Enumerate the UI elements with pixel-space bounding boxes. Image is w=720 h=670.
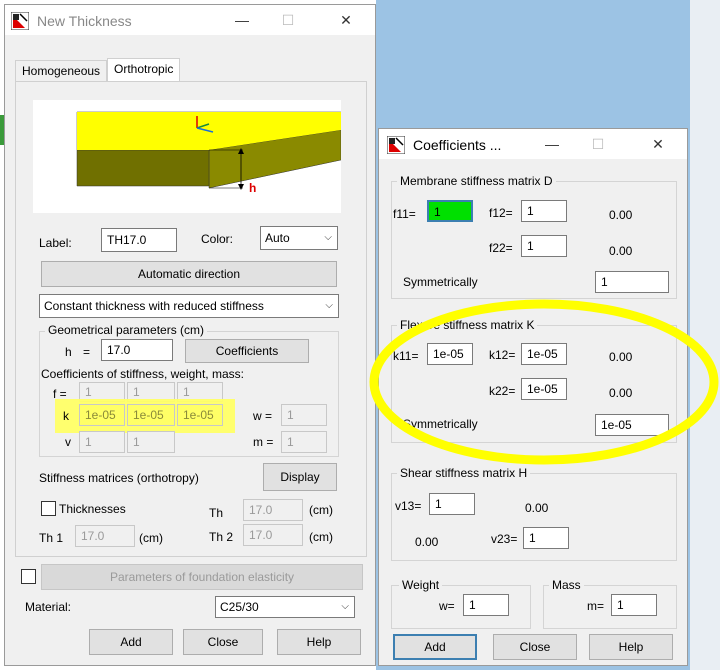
v13-label: v13= bbox=[395, 499, 422, 513]
label-caption: Label: bbox=[39, 236, 72, 250]
close-window-button[interactable]: ✕ bbox=[335, 9, 357, 31]
weight-group-title: Weight bbox=[399, 578, 443, 592]
membrane-group-title: Membrane stiffness matrix D bbox=[397, 174, 556, 188]
app-icon bbox=[387, 136, 405, 154]
color-caption: Color: bbox=[201, 232, 234, 246]
th-input[interactable]: 17.0 bbox=[243, 499, 303, 521]
label-input[interactable]: TH17.0 bbox=[101, 228, 177, 252]
k3-input[interactable]: 1e-05 bbox=[177, 404, 223, 426]
stiffness-caption: Stiffness matrices (orthotropy) bbox=[39, 471, 199, 485]
weight-w-input[interactable]: 1 bbox=[463, 594, 509, 616]
symmetrically-input[interactable]: 1 bbox=[595, 271, 669, 293]
f11-input[interactable]: 1 bbox=[427, 200, 473, 222]
w-label: w = bbox=[253, 409, 273, 423]
f22-input[interactable]: 1 bbox=[521, 235, 567, 257]
w-input[interactable]: 1 bbox=[281, 404, 327, 426]
h-input[interactable]: 17.0 bbox=[101, 339, 173, 361]
mass-m-label: m= bbox=[587, 599, 605, 613]
weight-w-label: w= bbox=[439, 599, 455, 613]
close-button[interactable]: Close bbox=[493, 634, 577, 660]
new-thickness-dialog: New Thickness — ☐ ✕ Homogeneous Orthotro… bbox=[4, 4, 376, 666]
dialog-title: New Thickness bbox=[37, 13, 132, 29]
thickness-type-select[interactable]: Constant thickness with reduced stiffnes… bbox=[39, 294, 339, 318]
mass-group-title: Mass bbox=[549, 578, 584, 592]
help-button[interactable]: Help bbox=[589, 634, 673, 660]
close-button[interactable]: Close bbox=[183, 629, 263, 655]
preview-h-label: h bbox=[249, 181, 256, 195]
v1-input[interactable]: 1 bbox=[79, 431, 125, 453]
color-select-value: Auto bbox=[265, 231, 290, 245]
th-unit: (cm) bbox=[309, 503, 333, 517]
add-button[interactable]: Add bbox=[393, 634, 477, 660]
f11-label: f11= bbox=[393, 207, 416, 221]
th1-label: Th 1 bbox=[39, 531, 64, 545]
coefficients-button[interactable]: Coefficients bbox=[185, 339, 309, 363]
thicknesses-label: Thicknesses bbox=[59, 502, 126, 516]
thickness-preview: h bbox=[33, 100, 342, 213]
geometry-group-title: Geometrical parameters (cm) bbox=[45, 323, 208, 337]
v-label: v bbox=[65, 435, 71, 449]
f12-label: f12= bbox=[489, 206, 513, 220]
title-bar: New Thickness — ☐ ✕ bbox=[5, 5, 375, 35]
material-select[interactable]: C25/30 ⌵ bbox=[215, 596, 355, 618]
app-icon bbox=[11, 12, 29, 30]
material-caption: Material: bbox=[25, 600, 72, 614]
foundation-checkbox[interactable] bbox=[21, 569, 36, 584]
chevron-down-icon: ⌵ bbox=[324, 232, 332, 243]
th2-input[interactable]: 17.0 bbox=[243, 524, 303, 546]
tab-orthotropic[interactable]: Orthotropic bbox=[107, 58, 181, 82]
thickness-type-value: Constant thickness with reduced stiffnes… bbox=[44, 299, 264, 313]
shear-group-title: Shear stiffness matrix H bbox=[397, 466, 531, 480]
mass-m-input[interactable]: 1 bbox=[611, 594, 657, 616]
th-label: Th bbox=[209, 506, 224, 520]
annotation-ellipse bbox=[369, 299, 719, 465]
v2-input[interactable]: 1 bbox=[127, 431, 175, 453]
th2-unit: (cm) bbox=[309, 530, 333, 544]
k1-input[interactable]: 1e-05 bbox=[79, 404, 125, 426]
display-button[interactable]: Display bbox=[263, 463, 337, 491]
title-bar: Coefficients ... — ☐ ✕ bbox=[379, 129, 687, 159]
add-button[interactable]: Add bbox=[89, 629, 173, 655]
minimize-button[interactable]: — bbox=[541, 133, 563, 155]
chevron-down-icon: ⌵ bbox=[325, 300, 333, 311]
th1-unit: (cm) bbox=[139, 531, 163, 545]
foundation-elasticity-button[interactable]: Parameters of foundation elasticity bbox=[41, 564, 363, 590]
f12-input[interactable]: 1 bbox=[521, 200, 567, 222]
minimize-button[interactable]: — bbox=[231, 9, 253, 31]
material-value: C25/30 bbox=[220, 600, 259, 614]
thicknesses-checkbox[interactable] bbox=[41, 501, 56, 516]
maximize-button[interactable]: ☐ bbox=[587, 133, 609, 155]
v23-label: v23= bbox=[491, 532, 518, 546]
color-select[interactable]: Auto ⌵ bbox=[260, 226, 338, 250]
tab-homogeneous[interactable]: Homogeneous bbox=[15, 60, 108, 82]
k2-input[interactable]: 1e-05 bbox=[127, 404, 175, 426]
f21-value: 0.00 bbox=[609, 208, 633, 222]
symmetrically-label: Symmetrically bbox=[403, 275, 478, 289]
maximize-button[interactable]: ☐ bbox=[277, 9, 299, 31]
plate-illustration: h bbox=[76, 111, 342, 195]
h-label: h bbox=[65, 345, 72, 359]
chevron-down-icon: ⌵ bbox=[341, 601, 349, 612]
m-label: m = bbox=[253, 435, 274, 449]
v23-input[interactable]: 1 bbox=[523, 527, 569, 549]
dialog-title: Coefficients ... bbox=[413, 137, 502, 153]
f22-side-value: 0.00 bbox=[609, 244, 633, 258]
f22-label: f22= bbox=[489, 241, 513, 255]
th1-input[interactable]: 17.0 bbox=[75, 525, 135, 547]
h-equals: = bbox=[83, 345, 91, 359]
v13-input[interactable]: 1 bbox=[429, 493, 475, 515]
v13-side-value: 0.00 bbox=[525, 501, 549, 515]
th2-label: Th 2 bbox=[209, 530, 234, 544]
m-input[interactable]: 1 bbox=[281, 431, 327, 453]
coefficients-caption: Coefficients of stiffness, weight, mass: bbox=[41, 367, 244, 381]
v31-value: 0.00 bbox=[415, 535, 439, 549]
automatic-direction-button[interactable]: Automatic direction bbox=[41, 261, 337, 287]
k-label: k bbox=[63, 409, 69, 423]
help-button[interactable]: Help bbox=[277, 629, 361, 655]
close-window-button[interactable]: ✕ bbox=[647, 133, 669, 155]
